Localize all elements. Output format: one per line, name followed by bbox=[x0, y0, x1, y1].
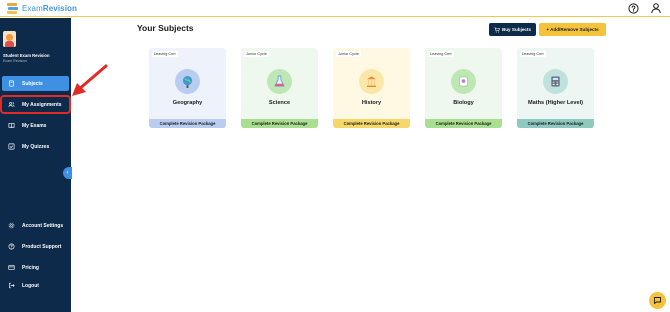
sidebar-item-label: My Assignments bbox=[22, 101, 62, 108]
package-label: Complete Revision Package bbox=[333, 119, 410, 128]
subject-name: Science bbox=[268, 100, 291, 106]
logo-icon bbox=[7, 3, 19, 14]
chat-icon bbox=[654, 297, 661, 304]
level-tag: Leaving Cert bbox=[520, 51, 546, 57]
page-title: Your Subjects bbox=[137, 23, 194, 33]
level-tag: Junior Cycle bbox=[336, 51, 361, 57]
subject-name: Geography bbox=[172, 100, 203, 106]
package-label: Complete Revision Package bbox=[241, 119, 318, 128]
subject-card-biology[interactable]: Leaving Cert Biology Complete Revision P… bbox=[425, 48, 502, 128]
sidebar-item-product-support[interactable]: Product Support bbox=[2, 239, 69, 254]
sidebar-item-label: My Exams bbox=[22, 122, 47, 129]
sidebar-item-my-assignments[interactable]: My Assignments bbox=[0, 95, 71, 114]
calculator-icon bbox=[543, 69, 568, 94]
open-book-icon bbox=[8, 123, 15, 128]
flask-icon bbox=[267, 69, 292, 94]
sidebar-item-label: Account Settings bbox=[22, 222, 64, 229]
cart-icon bbox=[494, 26, 500, 32]
sidebar-item-pricing[interactable]: Pricing bbox=[2, 260, 69, 275]
level-tag: Junior Cycle bbox=[244, 51, 269, 57]
package-label: Complete Revision Package bbox=[149, 119, 226, 128]
logo[interactable]: ExamRevision bbox=[7, 3, 77, 14]
book-icon bbox=[9, 80, 14, 87]
top-bar: ExamRevision bbox=[0, 0, 670, 17]
add-remove-label: + Add/Remove Subjects bbox=[546, 27, 599, 32]
sidebar-item-my-quizzes[interactable]: My Quizzes bbox=[2, 139, 69, 154]
sidebar-collapse-button[interactable]: ‹ bbox=[63, 167, 72, 179]
temple-icon bbox=[359, 69, 384, 94]
sidebar-item-account-settings[interactable]: Account Settings bbox=[2, 218, 69, 233]
annotation-arrow-icon bbox=[72, 64, 108, 96]
subject-card-history[interactable]: Junior Cycle History Complete Revision P… bbox=[333, 48, 410, 128]
users-icon bbox=[8, 101, 15, 107]
sidebar-item-subjects[interactable]: Subjects bbox=[2, 76, 69, 91]
profile-subtitle: Exam Revision bbox=[3, 59, 27, 63]
sidebar-item-my-exams[interactable]: My Exams bbox=[2, 118, 69, 133]
checkbox-icon bbox=[8, 143, 15, 150]
subject-card-science[interactable]: Junior Cycle Science Complete Revision P… bbox=[241, 48, 318, 128]
gear-icon bbox=[8, 222, 15, 229]
buy-subjects-button[interactable]: Buy Subjects bbox=[489, 23, 536, 36]
add-remove-subjects-button[interactable]: + Add/Remove Subjects bbox=[539, 23, 606, 36]
question-circle-icon[interactable] bbox=[628, 3, 639, 14]
sidebar-item-logout[interactable]: Logout bbox=[2, 278, 69, 293]
logout-icon bbox=[9, 282, 15, 289]
avatar bbox=[3, 31, 16, 47]
logo-text: ExamRevision bbox=[22, 4, 78, 13]
sidebar: Student Exam Revision Exam Revision Subj… bbox=[0, 18, 72, 312]
card-icon bbox=[8, 265, 15, 270]
help-icon bbox=[8, 243, 15, 250]
profile-name: Student Exam Revision bbox=[3, 53, 50, 58]
sidebar-item-label: Subjects bbox=[22, 80, 43, 87]
subject-name: Biology bbox=[453, 100, 474, 106]
user-icon[interactable] bbox=[650, 2, 662, 14]
sidebar-item-label: Logout bbox=[22, 282, 39, 289]
globe-icon bbox=[175, 69, 200, 94]
chevron-left-icon: ‹ bbox=[66, 170, 69, 176]
subject-card-geography[interactable]: Leaving Cert Geography Complete Revision… bbox=[149, 48, 226, 128]
package-label: Complete Revision Package bbox=[425, 119, 502, 128]
sidebar-item-label: My Quizzes bbox=[22, 143, 50, 150]
level-tag: Leaving Cert bbox=[428, 51, 454, 57]
cell-icon bbox=[451, 69, 476, 94]
subject-name: Maths (Higher Level) bbox=[527, 100, 583, 106]
level-tag: Leaving Cert bbox=[152, 51, 178, 57]
subject-card-maths-higher-level[interactable]: Leaving Cert Maths (Higher Level) Comple… bbox=[517, 48, 594, 128]
sidebar-item-label: Pricing bbox=[22, 264, 39, 271]
sidebar-item-label: Product Support bbox=[22, 243, 62, 250]
package-label: Complete Revision Package bbox=[517, 119, 594, 128]
buy-subjects-label: Buy Subjects bbox=[501, 27, 532, 32]
chat-button[interactable] bbox=[649, 292, 666, 309]
subject-name: History bbox=[361, 100, 382, 106]
